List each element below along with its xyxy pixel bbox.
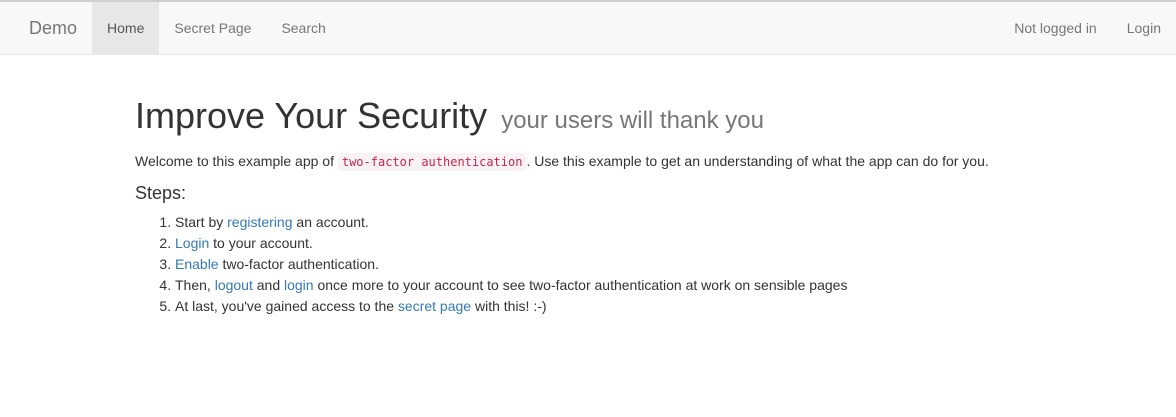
main-content: Improve Your Security your users will th… xyxy=(135,96,1115,317)
step-5-before: At last, you've gained access to the xyxy=(175,298,398,314)
steps-list: Start by registering an account. Login t… xyxy=(135,212,1115,317)
nav-item-home[interactable]: Home xyxy=(92,2,160,54)
step-4-mid: and xyxy=(252,277,284,293)
login-status[interactable]: Not logged in xyxy=(999,2,1112,54)
step-4-after: once more to your account to see two-fac… xyxy=(313,277,848,293)
secret-page-link[interactable]: secret page xyxy=(398,298,471,314)
navbar: Demo Home Secret Page Search Not logged … xyxy=(0,0,1176,55)
login-link[interactable]: Login xyxy=(175,235,209,251)
step-1-after: an account. xyxy=(292,214,369,230)
page-subtitle: your users will thank you xyxy=(501,107,764,134)
step-3-after: two-factor authentication. xyxy=(218,256,379,272)
step-item: Enable two-factor authentication. xyxy=(175,254,1115,275)
enable-link[interactable]: Enable xyxy=(175,256,219,272)
step-4-before: Then, xyxy=(175,277,215,293)
step-2-after: to your account. xyxy=(209,235,313,251)
intro-code: two-factor authentication xyxy=(337,153,527,171)
steps-heading: Steps: xyxy=(135,183,187,203)
nav-item-secret-page[interactable]: Secret Page xyxy=(159,2,266,54)
step-item: At last, you've gained access to the sec… xyxy=(175,296,1115,317)
register-link[interactable]: registering xyxy=(227,214,292,230)
nav-item-login[interactable]: Login xyxy=(1112,2,1176,54)
brand-link[interactable]: Demo xyxy=(14,2,92,54)
intro-paragraph: Welcome to this example app of two-facto… xyxy=(135,151,1115,172)
navbar-right: Not logged in Login xyxy=(999,2,1176,54)
nav-item-search[interactable]: Search xyxy=(266,2,340,54)
page-title-text: Improve Your Security xyxy=(135,95,488,136)
logout-link[interactable]: logout xyxy=(215,277,253,293)
step-5-after: with this! :-) xyxy=(471,298,547,314)
step-1-before: Start by xyxy=(175,214,228,230)
intro-prefix: Welcome to this example app of xyxy=(135,153,338,169)
navbar-left: Demo Home Secret Page Search xyxy=(14,2,341,54)
step-item: Then, logout and login once more to your… xyxy=(175,275,1115,296)
step-item: Login to your account. xyxy=(175,233,1115,254)
step-item: Start by registering an account. xyxy=(175,212,1115,233)
login-link-2[interactable]: login xyxy=(284,277,314,293)
intro-suffix: . Use this example to get an understandi… xyxy=(526,153,989,169)
page-title: Improve Your Security your users will th… xyxy=(135,96,1115,141)
